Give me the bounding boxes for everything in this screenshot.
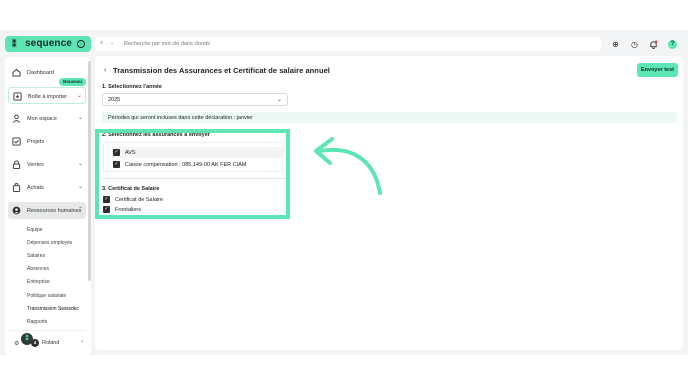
chevron-down-icon: ⌄ — [77, 184, 83, 190]
chevron-down-icon: ⌄ — [276, 97, 282, 103]
clock-icon[interactable]: ◷ — [630, 40, 639, 49]
back-arrow-icon[interactable]: ‹ — [104, 67, 106, 74]
page-title: Transmission des Assurances et Certifica… — [113, 66, 330, 75]
sidebar-item-boite-a-importer[interactable]: Boîte à importer ⌄ — [8, 87, 86, 104]
send-test-button[interactable]: Envoyer test — [637, 63, 678, 77]
sidebar-item-label: Mon espace — [27, 115, 57, 122]
chevron-down-icon: ⌄ — [76, 93, 82, 99]
sidebar-item-mon-espace[interactable]: Mon espace ⌄ — [8, 110, 86, 127]
sidebar-item-ressources-humaines[interactable]: Ressources humaines ⌃ — [8, 202, 86, 219]
bell-icon[interactable] — [649, 40, 658, 49]
sidebar-subitem-depenses-employes[interactable]: Dépenses employés — [27, 240, 72, 246]
chevron-down-icon[interactable]: ⌄ — [110, 40, 114, 46]
year-select-value: 2025 — [108, 97, 121, 103]
logo-mark-icon: ⁑ — [12, 39, 17, 49]
sidebar-item-achats[interactable]: Achats ⌄ — [8, 179, 86, 196]
section-year-title: 1. Sélectionnez l'année — [102, 84, 162, 90]
user-icon — [12, 114, 21, 123]
sidebar-subitem-politique-salariale[interactable]: Politique salariale — [27, 293, 66, 299]
sidebar-item-label: Boîte à importer — [28, 93, 68, 100]
sidebar-item-label: Projets — [27, 138, 45, 145]
sidebar-item-projets[interactable]: Projets — [8, 133, 86, 150]
sidebar-item-label: Achats — [27, 184, 44, 191]
search-input[interactable] — [124, 39, 584, 49]
sidebar-subitem-transmission-swissdec[interactable]: Transmission Swissdec — [27, 306, 79, 312]
chevron-right-icon: › — [81, 339, 83, 345]
sidebar-item-ventes[interactable]: Ventes ⌄ — [8, 156, 86, 173]
chevron-up-icon: ⌃ — [77, 207, 83, 213]
sidebar-item-label: Dashboard — [27, 69, 54, 76]
sidebar-scrollbar[interactable] — [88, 61, 91, 281]
checkbox-icon — [12, 137, 21, 146]
help-icon[interactable]: ? — [668, 40, 677, 49]
settings-icon[interactable]: ⚙ — [14, 340, 19, 347]
download-icon[interactable]: ↓ — [77, 40, 85, 48]
chevron-down-icon: ⌄ — [77, 161, 83, 167]
inbox-icon — [13, 92, 22, 101]
brand-logo[interactable]: ⁑ sequence ↓ — [5, 36, 91, 52]
sidebar-item-label: Ventes — [27, 161, 44, 168]
new-badge: Nouveau — [59, 78, 87, 86]
periods-info-text: Périodes qui seront incluses dans cette … — [108, 114, 253, 121]
chevron-down-icon: ⌄ — [77, 115, 83, 121]
sidebar-subitem-equipe[interactable]: Equipe — [27, 227, 43, 233]
sidebar-subitem-rapports[interactable]: Rapports — [27, 319, 47, 325]
lock-icon — [12, 160, 21, 169]
sidebar-subitem-absences[interactable]: Absences — [27, 266, 49, 272]
user-menu[interactable]: ⚙ ⁑ 4 Roland › — [8, 330, 86, 350]
search-icon: ⌕ — [100, 40, 104, 46]
sidebar: ⁑ sequence ↓ Dashboard Boîte à importer … — [5, 35, 91, 355]
annotation-arrow-icon — [314, 137, 382, 195]
home-icon — [12, 68, 21, 77]
annotation-highlight-box — [95, 129, 290, 219]
people-icon — [12, 206, 21, 215]
sidebar-item-label: Ressources humaines — [27, 207, 82, 214]
sidebar-subitem-entreprise[interactable]: Entreprise — [27, 279, 50, 285]
search-bar: ⌕ ⌄ — [95, 37, 601, 51]
periods-info-banner: Périodes qui seront incluses dans cette … — [102, 112, 677, 123]
brand-name: sequence — [25, 38, 72, 49]
notification-count-badge: 4 — [31, 339, 39, 347]
year-select[interactable]: 2025 ⌄ — [102, 93, 288, 106]
sidebar-subitem-salaires[interactable]: Salaires — [27, 253, 45, 259]
add-icon[interactable]: ⊕ — [611, 40, 620, 49]
shopping-bag-icon — [12, 183, 21, 192]
sidebar-panel: Dashboard Boîte à importer ⌄ Nouveau Mon… — [5, 57, 91, 355]
user-name: Roland — [42, 340, 60, 346]
